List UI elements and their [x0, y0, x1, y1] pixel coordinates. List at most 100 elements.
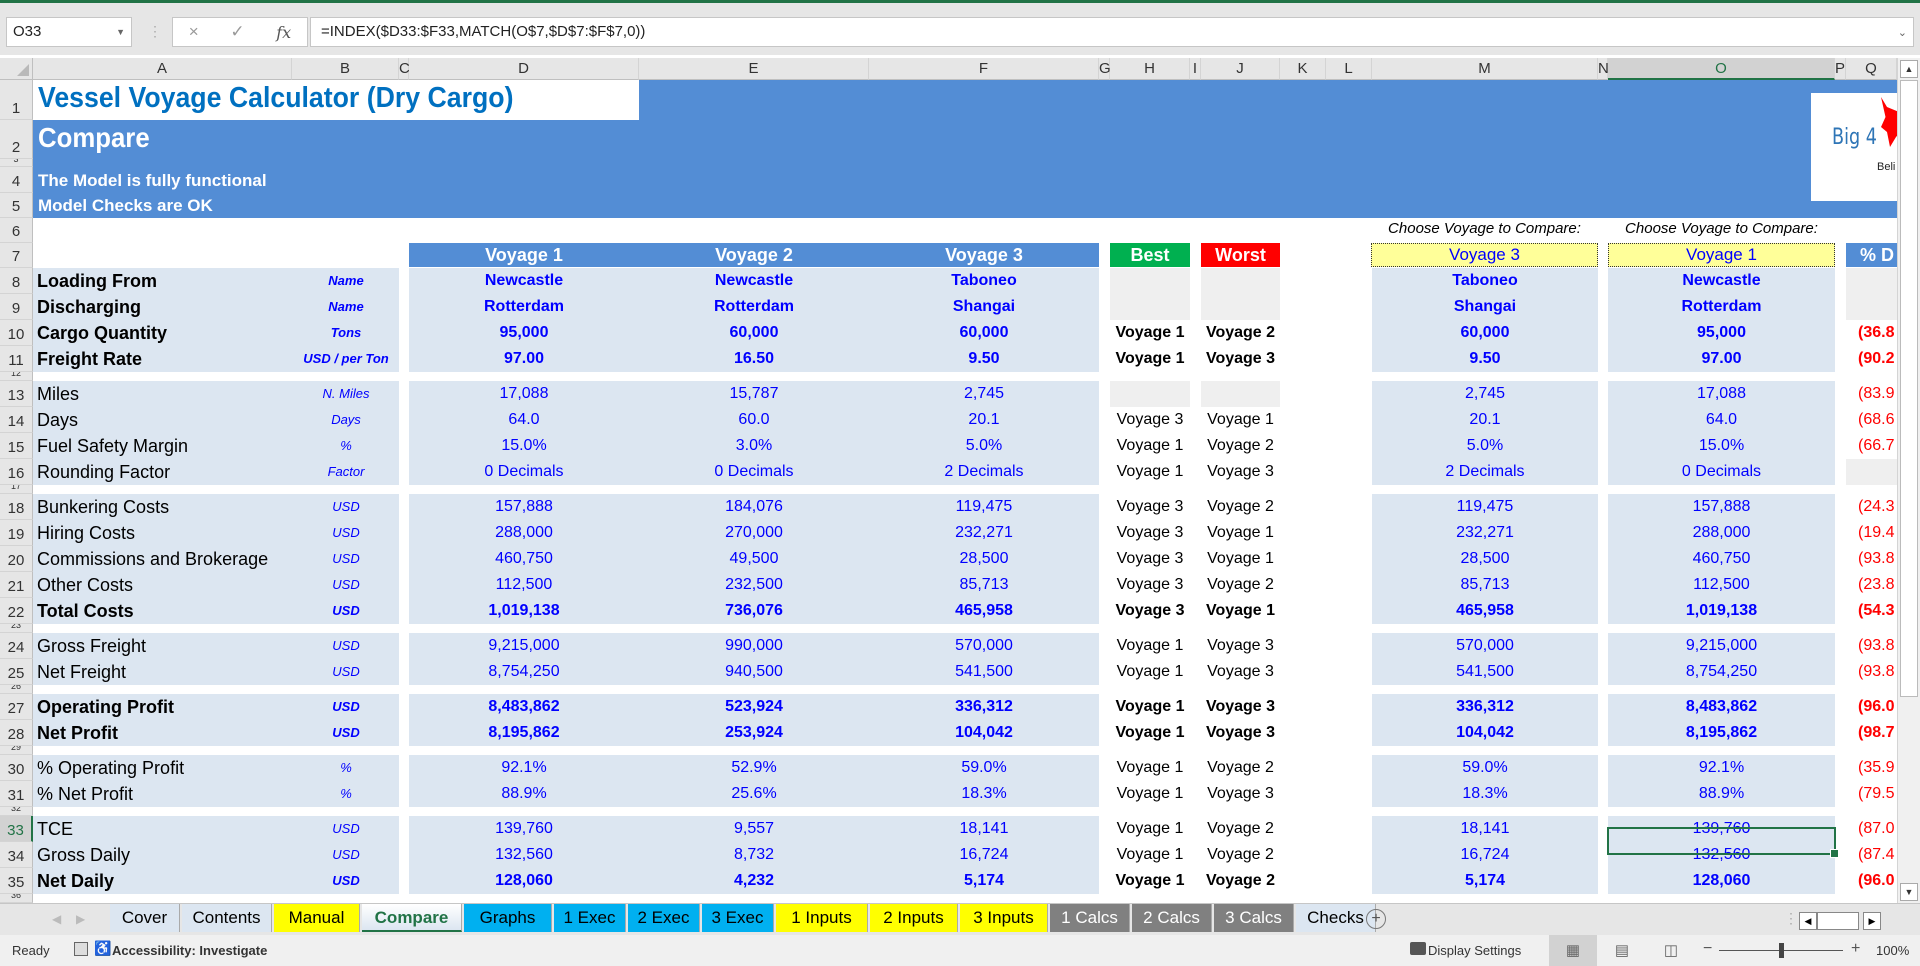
row-header-17[interactable]: 17: [0, 485, 33, 494]
best-voyage[interactable]: [1110, 294, 1190, 320]
row-header-11[interactable]: 11: [0, 346, 33, 372]
prev-sheet-icon[interactable]: ◀: [52, 912, 61, 926]
sheet-tab-1-calcs[interactable]: 1 Calcs: [1050, 904, 1130, 932]
select-all-button[interactable]: [0, 58, 33, 80]
compare-1-value[interactable]: 119,475: [1372, 494, 1598, 520]
voyage-1-value[interactable]: 139,760: [409, 816, 639, 842]
unit-label[interactable]: USD: [292, 494, 400, 520]
voyage-3-value[interactable]: 541,500: [869, 659, 1099, 685]
best-voyage[interactable]: Voyage 1: [1110, 320, 1190, 346]
row-label[interactable]: % Net Profit: [37, 781, 133, 807]
row-header-22[interactable]: 22: [0, 598, 33, 624]
voyage-2-value[interactable]: 940,500: [639, 659, 869, 685]
column-header-n[interactable]: N: [1598, 58, 1609, 80]
voyage-2-value[interactable]: 4,232: [639, 868, 869, 894]
row-header-29[interactable]: 29: [0, 746, 33, 755]
compare-2-value[interactable]: 88.9%: [1608, 781, 1835, 807]
worst-voyage[interactable]: Voyage 3: [1201, 459, 1280, 485]
voyage-2-value[interactable]: 736,076: [639, 598, 869, 624]
worst-voyage[interactable]: Voyage 2: [1201, 433, 1280, 459]
compare-2-value[interactable]: 112,500: [1608, 572, 1835, 598]
best-voyage[interactable]: Voyage 1: [1110, 633, 1190, 659]
active-cell-selection[interactable]: [1607, 827, 1839, 858]
worst-voyage[interactable]: Voyage 2: [1201, 755, 1280, 781]
expand-formula-icon[interactable]: ⌄: [1898, 19, 1907, 47]
compare-1-value[interactable]: 59.0%: [1372, 755, 1598, 781]
best-voyage[interactable]: Voyage 1: [1110, 659, 1190, 685]
pct-difference-value[interactable]: [1846, 268, 1897, 294]
compare-1-value[interactable]: 232,271: [1372, 520, 1598, 546]
unit-label[interactable]: Factor: [292, 459, 400, 485]
column-header-p[interactable]: P: [1835, 58, 1846, 80]
worst-voyage[interactable]: Voyage 2: [1201, 572, 1280, 598]
compare-2-value[interactable]: 97.00: [1608, 346, 1835, 372]
voyage-2-value[interactable]: Newcastle: [639, 268, 869, 294]
worst-voyage[interactable]: [1201, 294, 1280, 320]
row-header-2[interactable]: 2: [0, 120, 33, 159]
worst-voyage[interactable]: Voyage 3: [1201, 694, 1280, 720]
sheet-tab-manual[interactable]: Manual: [274, 904, 360, 932]
best-voyage[interactable]: Voyage 1: [1110, 868, 1190, 894]
best-voyage[interactable]: [1110, 268, 1190, 294]
row-header-8[interactable]: 8: [0, 268, 33, 294]
sheet-tab-contents[interactable]: Contents: [182, 904, 272, 932]
column-header-f[interactable]: F: [869, 58, 1099, 80]
compare-2-value[interactable]: 92.1%: [1608, 755, 1835, 781]
voyage-3-value[interactable]: 5,174: [869, 868, 1099, 894]
horizontal-scrollbar[interactable]: ◀ ▶: [1799, 912, 1899, 930]
column-header-o[interactable]: O: [1608, 58, 1835, 80]
compare-2-value[interactable]: 157,888: [1608, 494, 1835, 520]
formula-input[interactable]: =INDEX($D33:$F33,MATCH(O$7,$D$7:$F$7,0))…: [310, 17, 1914, 47]
zoom-out-icon[interactable]: −: [1703, 940, 1712, 958]
row-label[interactable]: Gross Freight: [37, 633, 146, 659]
compare-1-value[interactable]: 570,000: [1372, 633, 1598, 659]
accessibility-status[interactable]: Accessibility: Investigate: [112, 943, 267, 958]
voyage-3-value[interactable]: Shangai: [869, 294, 1099, 320]
sheet-tab-cover[interactable]: Cover: [110, 904, 180, 932]
compare-1-value[interactable]: 541,500: [1372, 659, 1598, 685]
unit-label[interactable]: %: [292, 781, 400, 807]
voyage-2-value[interactable]: 232,500: [639, 572, 869, 598]
best-voyage[interactable]: Voyage 1: [1110, 842, 1190, 868]
voyage-1-value[interactable]: Newcastle: [409, 268, 639, 294]
display-settings-button[interactable]: Display Settings: [1428, 943, 1521, 958]
compare-1-value[interactable]: 5.0%: [1372, 433, 1598, 459]
row-header-20[interactable]: 20: [0, 546, 33, 572]
compare-1-value[interactable]: 85,713: [1372, 572, 1598, 598]
voyage-2-value[interactable]: 16.50: [639, 346, 869, 372]
row-header-12[interactable]: 12: [0, 372, 33, 381]
best-voyage[interactable]: Voyage 1: [1110, 459, 1190, 485]
worst-voyage[interactable]: [1201, 268, 1280, 294]
voyage-1-value[interactable]: 8,195,862: [409, 720, 639, 746]
unit-label[interactable]: USD: [292, 546, 400, 572]
compare-2-value[interactable]: Rotterdam: [1608, 294, 1835, 320]
voyage-2-value[interactable]: Rotterdam: [639, 294, 869, 320]
row-header-26[interactable]: 26: [0, 685, 33, 694]
row-header-27[interactable]: 27: [0, 694, 33, 720]
column-header-l[interactable]: L: [1326, 58, 1372, 80]
pct-difference-value[interactable]: (98.7: [1846, 720, 1897, 746]
voyage-3-value[interactable]: 20.1: [869, 407, 1099, 433]
name-box[interactable]: O33 ▼: [6, 17, 132, 47]
sheet-tab-1-exec[interactable]: 1 Exec: [554, 904, 626, 932]
compare-2-value[interactable]: 64.0: [1608, 407, 1835, 433]
unit-label[interactable]: %: [292, 433, 400, 459]
voyage-3-value[interactable]: 570,000: [869, 633, 1099, 659]
voyage-3-value[interactable]: 60,000: [869, 320, 1099, 346]
row-header-13[interactable]: 13: [0, 381, 33, 407]
sheet-tab-2-inputs[interactable]: 2 Inputs: [870, 904, 958, 932]
row-header-32[interactable]: 32: [0, 807, 33, 816]
worst-voyage[interactable]: Voyage 3: [1201, 633, 1280, 659]
pct-difference-value[interactable]: (96.0: [1846, 868, 1897, 894]
voyage-3-value[interactable]: 59.0%: [869, 755, 1099, 781]
column-header-c[interactable]: C: [399, 58, 410, 80]
best-voyage[interactable]: Voyage 3: [1110, 546, 1190, 572]
voyage-1-value[interactable]: 1,019,138: [409, 598, 639, 624]
pct-difference-value[interactable]: (35.9: [1846, 755, 1897, 781]
row-header-10[interactable]: 10: [0, 320, 33, 346]
unit-label[interactable]: USD: [292, 633, 400, 659]
best-voyage[interactable]: Voyage 1: [1110, 781, 1190, 807]
compare-1-value[interactable]: 18.3%: [1372, 781, 1598, 807]
zoom-level[interactable]: 100%: [1876, 943, 1909, 958]
worst-voyage[interactable]: Voyage 1: [1201, 598, 1280, 624]
